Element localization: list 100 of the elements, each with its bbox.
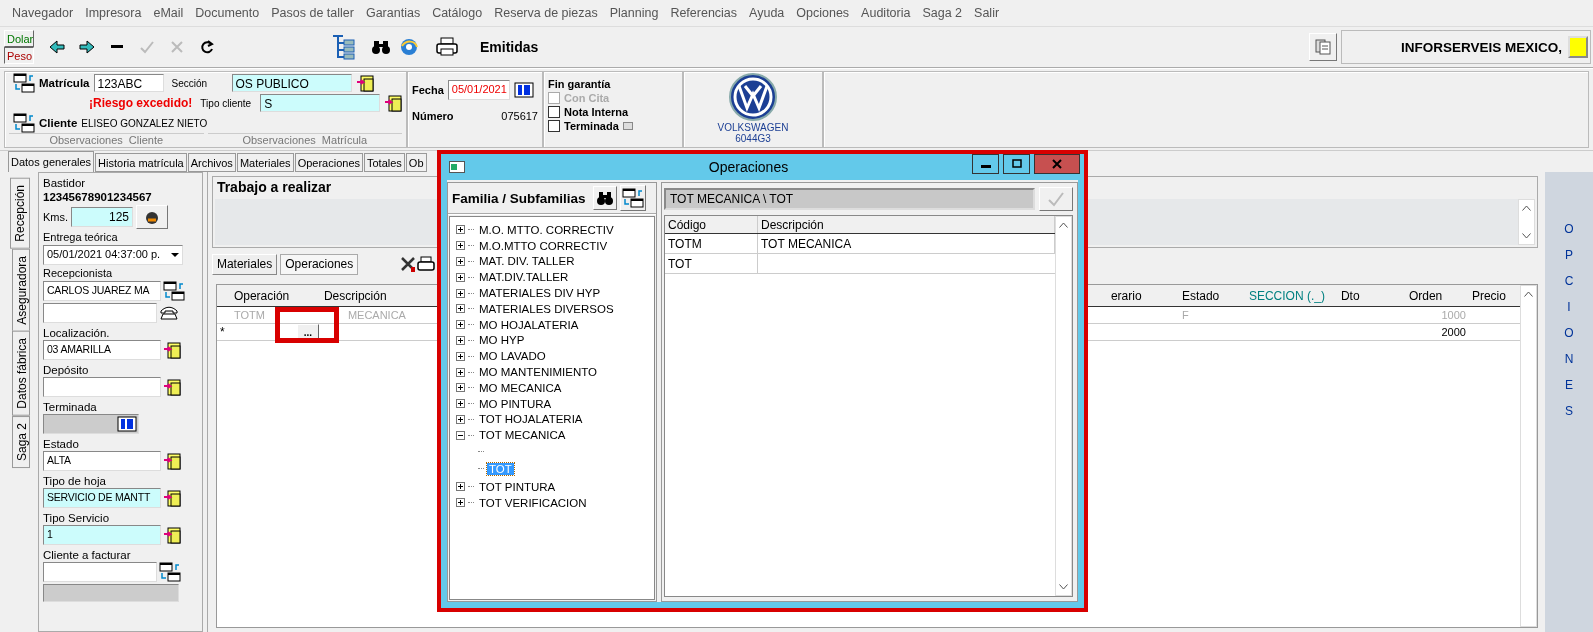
mileage-field[interactable]: 125 <box>71 207 134 227</box>
lookup-field[interactable]: ALTA <box>43 451 161 471</box>
menu-item[interactable]: Opciones <box>790 6 856 20</box>
menu-item[interactable]: Auditoria <box>855 6 917 20</box>
tree-item[interactable]: MO HOJALATERIA <box>477 318 581 331</box>
path-field: TOT MECANICA \ TOT <box>664 188 1035 210</box>
tree-item[interactable]: M.O.MTTO CORRECTIV <box>477 239 610 252</box>
column-header[interactable]: Estado <box>1178 288 1223 303</box>
brand-name: VOLKSWAGEN <box>717 122 789 133</box>
options-letter: I <box>1567 300 1571 314</box>
company-name: INFORSERVEIS MEXICO, <box>1400 39 1562 55</box>
field-label: Tipo cliente <box>200 97 253 109</box>
date-field[interactable]: 05/01/2021 <box>447 80 510 100</box>
client-type-field[interactable]: S <box>260 94 381 112</box>
currency-toggle[interactable]: Peso <box>4 47 34 64</box>
tab[interactable]: Datos generales <box>8 151 95 172</box>
tab[interactable]: Materiales <box>236 153 294 172</box>
tree-item[interactable]: TOT VERIFICACION <box>477 496 589 509</box>
toolbar-label: Emitidas <box>480 39 539 55</box>
checkbox-label: Con Cita <box>564 92 610 104</box>
column-header[interactable]: SECCION (._) <box>1245 288 1328 303</box>
table-cell-text: MECANICA <box>346 309 407 321</box>
tab[interactable]: Historia matrícula <box>95 153 187 172</box>
menu-item[interactable]: Documento <box>189 6 266 20</box>
field-label: Kms. <box>43 211 69 223</box>
menu-item[interactable]: Ayuda <box>743 6 791 20</box>
side-tab[interactable]: Aseguradora <box>12 248 30 332</box>
tree-item[interactable]: MAT. DIV. TALLER <box>477 255 577 268</box>
tab[interactable]: Archivos <box>187 153 236 172</box>
observations-button[interactable]: Observaciones Matrícula <box>207 133 402 147</box>
column-header[interactable]: Precio <box>1468 288 1509 303</box>
section-field[interactable]: OS PUBLICO <box>231 74 352 92</box>
vin-value: 12345678901234567 <box>43 191 153 203</box>
tab[interactable]: Totales <box>364 153 405 172</box>
menu-item[interactable]: Salir <box>968 6 1006 20</box>
field-label: Sección <box>171 77 209 89</box>
column-header[interactable]: erario <box>1107 288 1145 303</box>
dialog-title: Operaciones <box>707 159 790 175</box>
field-label: Cliente a facturar <box>43 549 132 561</box>
tree-item[interactable]: MO MECANICA <box>477 381 564 394</box>
tree-item[interactable]: MO LAVADO <box>477 350 548 363</box>
client-name: ELISEO GONZALEZ NIETO <box>81 117 208 129</box>
menu-item[interactable]: Garantias <box>359 6 427 20</box>
tree-item[interactable]: TOT MECANICA <box>477 429 568 442</box>
field-label: Cliente <box>39 117 78 129</box>
options-strip[interactable]: O P C I O N E S <box>1545 172 1593 632</box>
field-label: Recepcionista <box>43 267 114 279</box>
side-tab[interactable]: Saga 2 <box>12 416 30 469</box>
receptionist-field[interactable]: CARLOS JUAREZ MA <box>43 281 161 301</box>
lookup-field[interactable]: 1 <box>43 525 161 545</box>
table-cell-text: TOTM <box>232 309 266 321</box>
tree-item[interactable]: M.O. MTTO. CORRECTIV <box>477 223 616 236</box>
table-cell-text: F <box>1180 309 1190 321</box>
lookup-field[interactable]: 03 AMARILLA <box>43 340 161 360</box>
section-heading: Fin garantía <box>548 78 612 90</box>
column-header[interactable]: Operación <box>230 288 293 303</box>
side-tab[interactable]: Recepción <box>10 178 30 249</box>
menu-item[interactable]: Impresora <box>79 6 148 20</box>
tree-item[interactable]: MATERIALES DIV HYP <box>477 287 603 300</box>
column-header[interactable]: Descripción <box>320 288 390 303</box>
menu-item[interactable]: eMail <box>147 6 190 20</box>
menu-item[interactable]: Catálogo <box>426 6 489 20</box>
column-header[interactable]: Código <box>665 216 758 233</box>
tree-item[interactable]: MAT.DIV.TALLER <box>477 271 571 284</box>
menu-item[interactable]: Planning <box>603 6 665 20</box>
tab[interactable]: Operaciones <box>280 253 359 275</box>
table-cell: TOT <box>665 254 758 273</box>
menu-item[interactable]: Navegador <box>6 6 80 20</box>
row-marker: * <box>218 325 226 339</box>
options-letter: C <box>1564 274 1574 288</box>
plate-field[interactable]: 123ABC <box>93 74 164 92</box>
tab[interactable]: Ob <box>405 153 427 172</box>
field-label: Depósito <box>43 364 90 376</box>
tree-item[interactable]: MO HYP <box>477 334 527 347</box>
table-cell-text: 1000 <box>1440 309 1467 321</box>
menu-item[interactable]: Referencias <box>664 6 744 20</box>
currency-toggle[interactable]: Dolar <box>4 30 34 47</box>
column-header[interactable]: Dto <box>1337 288 1363 303</box>
tree-item[interactable]: MATERIALES DIVERSOS <box>477 302 616 315</box>
side-tab[interactable]: Datos fábrica <box>12 331 30 417</box>
field-label: Matrícula <box>39 77 90 89</box>
tree-item[interactable]: MO MANTENIMIENTO <box>477 366 599 379</box>
tree-item[interactable]: MO PINTURA <box>477 397 554 410</box>
field-label: Bastidor <box>43 177 87 189</box>
options-letter: S <box>1565 404 1573 418</box>
options-letter: N <box>1564 352 1574 366</box>
delivery-date-dropdown[interactable]: 05/01/2021 04:37:00 p. <box>43 245 183 265</box>
column-header[interactable]: Orden <box>1405 288 1446 303</box>
tree-item[interactable]: TOT HOJALATERIA <box>477 413 585 426</box>
lookup-field[interactable]: SERVICIO DE MANTT <box>43 488 161 508</box>
panel-title: Familia / Subfamilias <box>452 190 586 206</box>
field-label: Número <box>412 110 454 122</box>
menu-item[interactable]: Pasos de taller <box>265 6 360 20</box>
tab[interactable]: Materiales <box>211 253 278 275</box>
menu-item[interactable]: Saga 2 <box>916 6 969 20</box>
menu-item[interactable]: Reserva de piezas <box>488 6 604 20</box>
tab[interactable]: Operaciones <box>294 153 363 172</box>
number-value: 075617 <box>501 110 538 122</box>
tree-item[interactable]: TOT PINTURA <box>477 480 558 493</box>
observations-button[interactable]: Observaciones Cliente <box>9 133 204 147</box>
